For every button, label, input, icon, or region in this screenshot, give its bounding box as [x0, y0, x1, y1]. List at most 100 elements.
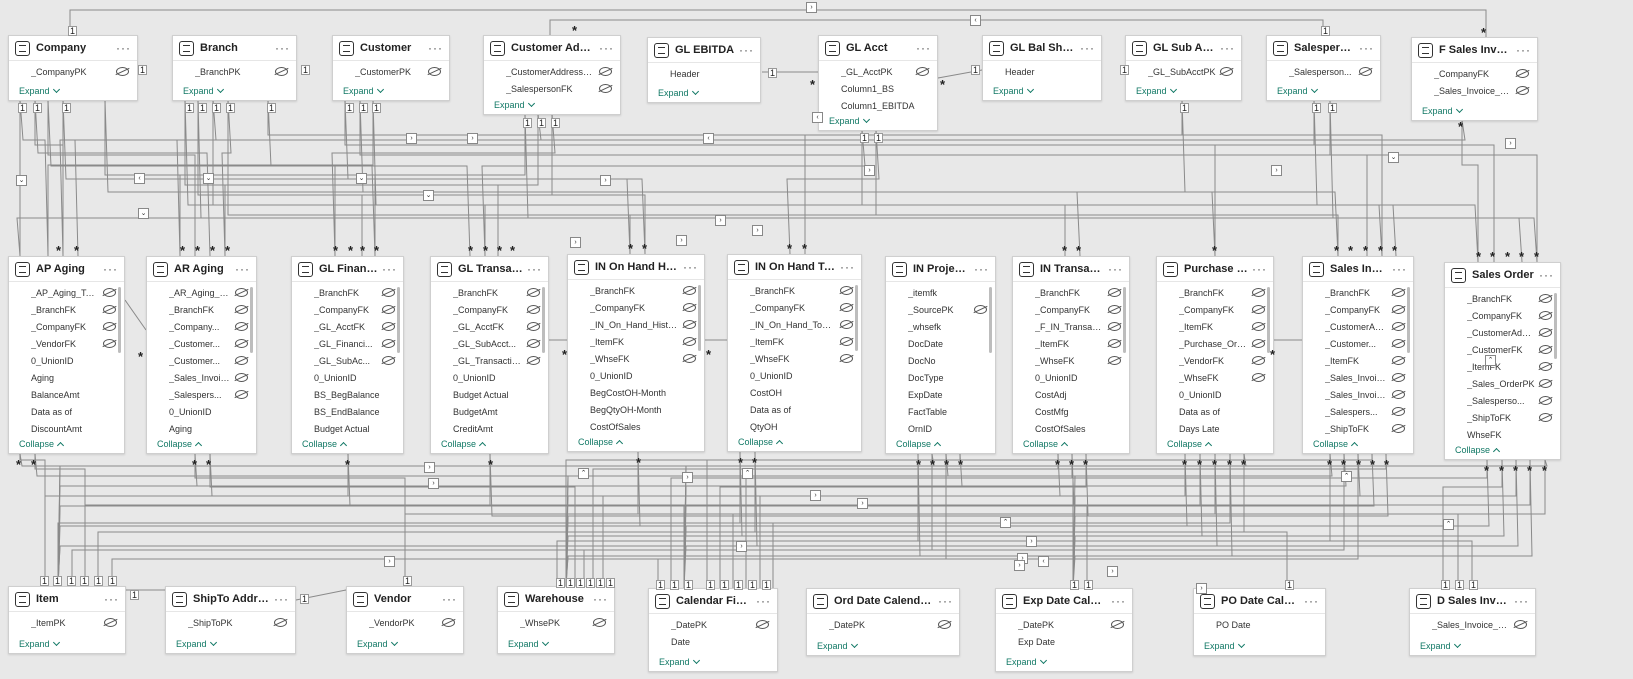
field-row[interactable]: _itemfk [886, 284, 995, 301]
relationship-line[interactable] [57, 454, 1231, 586]
relationship-line[interactable] [549, 19, 1324, 35]
expand-button[interactable]: Expand [9, 82, 60, 100]
field-row[interactable]: Header [648, 65, 760, 82]
more-options-icon[interactable]: ··· [275, 41, 290, 55]
expand-button[interactable]: Expand [807, 637, 858, 655]
field-row[interactable]: DocType [886, 369, 995, 386]
table-card-d-sales-invoice-header[interactable]: D Sales Invoice Header ··· _Sales_Invoice_… [1409, 588, 1536, 656]
relationship-line[interactable] [637, 451, 687, 589]
field-row[interactable]: _CompanyFK [568, 299, 704, 316]
more-options-icon[interactable]: ··· [916, 41, 931, 55]
expand-button[interactable]: Expand [983, 82, 1034, 100]
relationship-line[interactable] [57, 453, 1247, 587]
collapse-button[interactable]: Collapse [292, 435, 348, 453]
relationship-line[interactable] [71, 454, 933, 586]
field-row[interactable]: _CompanyFK [1412, 65, 1537, 82]
scrollbar[interactable] [118, 287, 121, 353]
field-row[interactable]: BegQtyOH-Month [568, 401, 704, 418]
more-options-icon[interactable]: ··· [116, 41, 131, 55]
relationship-line[interactable] [69, 9, 1487, 37]
field-row[interactable]: 0_UnionID [9, 352, 124, 369]
expand-button[interactable]: Expand [333, 82, 384, 100]
field-row[interactable]: _Salespers... [1303, 403, 1413, 420]
field-row[interactable]: _WhseFK [1157, 369, 1273, 386]
scrollbar[interactable] [397, 287, 400, 353]
field-row[interactable]: _GL_SubAcct... [431, 335, 548, 352]
relationship-line[interactable] [1329, 100, 1368, 256]
field-row[interactable]: Aging [9, 369, 124, 386]
relationship-line[interactable] [670, 454, 1073, 588]
table-card-po-date-calendar-fiscal[interactable]: PO Date Calendar Fiscal ··· PO Date Expand [1193, 588, 1326, 656]
more-options-icon[interactable]: ··· [428, 41, 443, 55]
field-row[interactable]: _Company... [147, 318, 256, 335]
field-row[interactable]: _BranchFK [728, 282, 861, 299]
relationship-line[interactable] [359, 99, 1216, 257]
field-row[interactable]: _BranchFK [147, 301, 256, 318]
field-row[interactable]: _CompanyFK [1013, 301, 1129, 318]
field-row[interactable]: _CompanyFK [431, 301, 548, 318]
field-row[interactable]: _WhsePK [498, 614, 614, 631]
more-options-icon[interactable]: ··· [593, 592, 608, 606]
field-row[interactable]: _BranchFK [1445, 290, 1560, 307]
collapse-button[interactable]: Collapse [431, 435, 487, 453]
table-card-warehouse[interactable]: Warehouse ··· _WhsePK Expand [497, 586, 615, 654]
more-options-icon[interactable]: ··· [1304, 594, 1319, 608]
field-row[interactable]: _whsefk [886, 318, 995, 335]
expand-button[interactable]: Expand [1410, 637, 1461, 655]
table-card-item[interactable]: Item ··· _ItemPK Expand [8, 586, 126, 654]
more-options-icon[interactable]: ··· [1359, 41, 1374, 55]
more-options-icon[interactable]: ··· [1252, 262, 1267, 276]
field-row[interactable]: Column1_BS [819, 80, 937, 97]
field-row[interactable]: _Salesperso... [1445, 392, 1560, 409]
relationship-line[interactable] [221, 99, 232, 257]
relationship-line[interactable] [209, 453, 1076, 589]
relationship-line[interactable] [194, 454, 406, 586]
more-options-icon[interactable]: ··· [739, 43, 754, 57]
collapse-button[interactable]: Collapse [1013, 435, 1069, 453]
field-row[interactable]: _CompanyFK [1303, 301, 1413, 318]
table-card-in-projection[interactable]: IN Projection ··· _itemfk _SourcePK _whsefk D… [885, 256, 996, 454]
field-row[interactable]: Exp Date [996, 633, 1132, 650]
table-card-gl-ebitda[interactable]: GL EBITDA ··· Header Expand [647, 37, 761, 103]
field-row[interactable]: Header [983, 63, 1101, 80]
scrollbar[interactable] [989, 287, 992, 353]
table-card-exp-date-calendar-fiscal[interactable]: Exp Date Calendar Fiscal ··· _DatePK Exp Da… [995, 588, 1133, 672]
field-row[interactable]: PO Date [1194, 616, 1325, 633]
field-row[interactable]: FactTable [886, 403, 995, 420]
more-options-icon[interactable]: ··· [1111, 594, 1126, 608]
more-options-icon[interactable]: ··· [442, 592, 457, 606]
field-row[interactable]: _GL_SubAc... [292, 352, 403, 369]
field-row[interactable]: 0_UnionID [292, 369, 403, 386]
table-card-vendor[interactable]: Vendor ··· _VendorPK Expand [346, 586, 464, 654]
more-options-icon[interactable]: ··· [1514, 594, 1529, 608]
field-row[interactable]: _ItemFK [1013, 335, 1129, 352]
field-row[interactable]: BS_EndBalance [292, 403, 403, 420]
table-card-gl-acct[interactable]: GL Acct ··· _GL_AcctPK Column1_BS Column1_EB… [818, 35, 938, 131]
field-row[interactable]: CostAdj [1013, 386, 1129, 403]
field-row[interactable]: _CompanyFK [1157, 301, 1273, 318]
table-card-in-transaction[interactable]: IN Transaction ··· _BranchFK _CompanyFK _F_I… [1012, 256, 1130, 454]
more-options-icon[interactable]: ··· [1108, 262, 1123, 276]
field-row[interactable]: _Customer... [1303, 335, 1413, 352]
field-row[interactable]: CostMfg [1013, 403, 1129, 420]
more-options-icon[interactable]: ··· [756, 594, 771, 608]
collapse-button[interactable]: Collapse [1303, 435, 1359, 453]
field-row[interactable]: _CompanyFK [728, 299, 861, 316]
field-row[interactable]: _F_IN_TransactionPK [1013, 318, 1129, 335]
expand-button[interactable]: Expand [648, 84, 699, 102]
field-row[interactable]: _CompanyFK [292, 301, 403, 318]
field-row[interactable]: _WhseFK [568, 350, 704, 367]
collapse-button[interactable]: Collapse [568, 433, 624, 451]
more-options-icon[interactable]: ··· [1392, 262, 1407, 276]
table-card-gl-bal-sheet[interactable]: GL Bal Sheet ··· Header Expand [982, 35, 1102, 101]
relationship-line[interactable] [227, 100, 1339, 256]
scrollbar[interactable] [855, 285, 858, 351]
table-card-customer-address[interactable]: Customer Address ··· _CustomerAddressPK _Sa… [483, 35, 621, 115]
relationship-line[interactable] [489, 453, 569, 587]
table-card-sales-invoice[interactable]: Sales Invoice ··· _BranchFK _CompanyFK _Cust… [1302, 256, 1414, 454]
more-options-icon[interactable]: ··· [938, 594, 953, 608]
field-row[interactable]: _Salespers... [147, 386, 256, 403]
field-row[interactable]: _BranchFK [1157, 284, 1273, 301]
field-row[interactable]: _BranchFK [292, 284, 403, 301]
relationship-line[interactable] [194, 453, 687, 589]
